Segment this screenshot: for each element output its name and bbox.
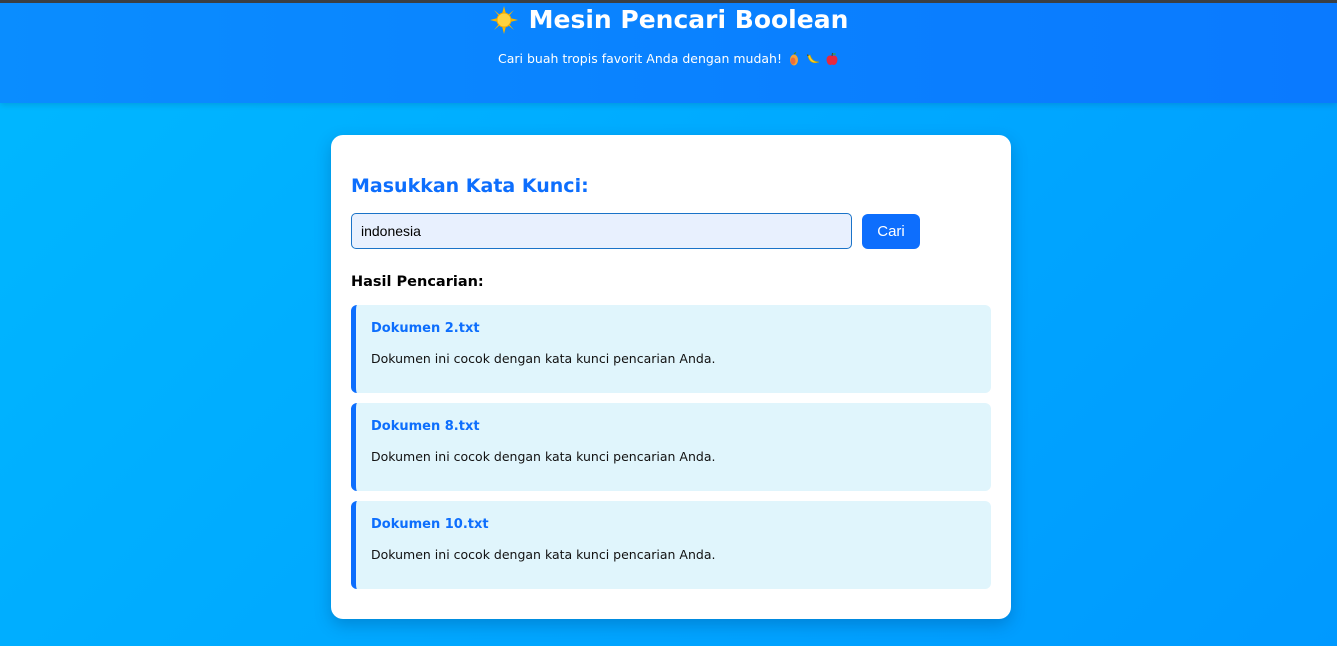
result-description: Dokumen ini cocok dengan kata kunci penc… <box>371 351 716 366</box>
results-heading: Hasil Pencarian: <box>351 274 484 290</box>
result-item[interactable]: Dokumen 8.txt Dokumen ini cocok dengan k… <box>351 403 991 491</box>
page-title: Mesin Pencari Boolean <box>0 5 1337 35</box>
page-frame: Mesin Pencari Boolean Cari buah tropis f… <box>0 3 1337 646</box>
title-text: Mesin Pencari Boolean <box>528 5 849 34</box>
mango-icon <box>787 51 801 66</box>
search-input[interactable] <box>351 213 852 249</box>
subtitle-text: Cari buah tropis favorit Anda dengan mud… <box>498 51 782 66</box>
search-card: Masukkan Kata Kunci: Cari Hasil Pencaria… <box>331 135 1011 619</box>
result-title[interactable]: Dokumen 10.txt <box>371 516 489 534</box>
banana-icon <box>806 52 820 66</box>
page-subtitle: Cari buah tropis favorit Anda dengan mud… <box>0 50 1337 68</box>
search-button[interactable]: Cari <box>862 214 920 249</box>
result-item[interactable]: Dokumen 10.txt Dokumen ini cocok dengan … <box>351 501 991 589</box>
glowing-sun-icon <box>489 5 519 35</box>
result-description: Dokumen ini cocok dengan kata kunci penc… <box>371 449 716 464</box>
apple-icon <box>825 52 839 66</box>
result-description: Dokumen ini cocok dengan kata kunci penc… <box>371 547 716 562</box>
page-header: Mesin Pencari Boolean Cari buah tropis f… <box>0 3 1337 103</box>
search-heading: Masukkan Kata Kunci: <box>351 175 589 197</box>
result-title[interactable]: Dokumen 2.txt <box>371 320 480 338</box>
result-item[interactable]: Dokumen 2.txt Dokumen ini cocok dengan k… <box>351 305 991 393</box>
result-title[interactable]: Dokumen 8.txt <box>371 418 480 436</box>
